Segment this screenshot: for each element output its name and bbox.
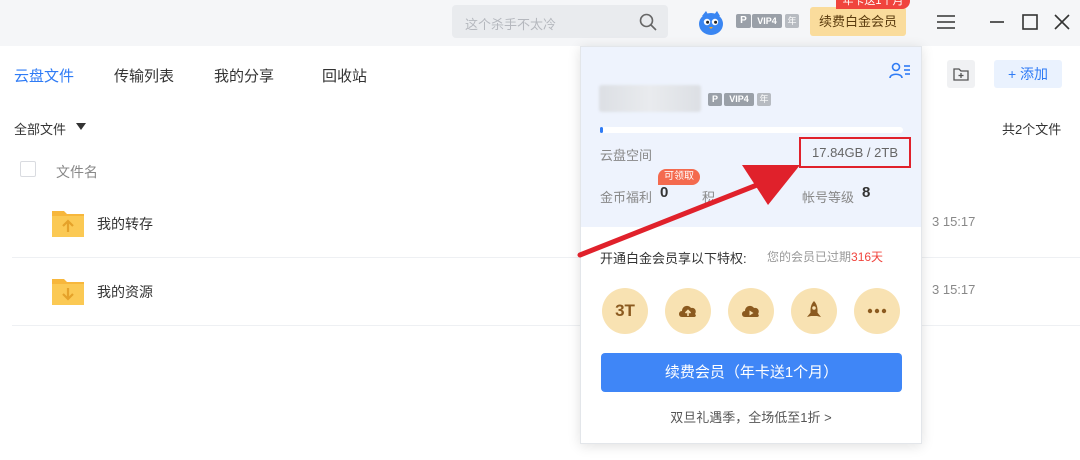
- close-icon[interactable]: [1050, 10, 1074, 34]
- maximize-icon[interactable]: [1018, 10, 1042, 34]
- perk-storage[interactable]: 3T: [602, 288, 648, 334]
- new-folder-icon: [953, 68, 969, 81]
- username-blurred: [599, 85, 701, 112]
- avatar[interactable]: [697, 8, 725, 36]
- renew-membership-button[interactable]: 续费会员（年卡送1个月）: [601, 353, 902, 392]
- file-count: 共2个文件: [1002, 122, 1062, 137]
- promo-link[interactable]: 双旦礼遇季，全场低至1折 >: [581, 407, 921, 426]
- perk-storage-label: 3T: [615, 301, 635, 320]
- file-name[interactable]: 我的转存: [97, 214, 153, 234]
- vip-p-badge: P: [736, 14, 751, 28]
- new-folder-button[interactable]: [947, 60, 975, 88]
- title-bar: 这个杀手不太冷 P VIP4 年 续费白金会员 年卡送1个月: [0, 0, 1080, 46]
- switch-account-icon[interactable]: [889, 61, 911, 81]
- vip-year-badge: 年: [785, 14, 799, 28]
- privilege-title: 开通白金会员享以下特权:: [600, 251, 747, 266]
- file-time: 3 15:17: [932, 214, 976, 229]
- rocket-icon: [807, 301, 821, 317]
- file-time: 3 15:17: [932, 282, 976, 297]
- membership-expiry: 您的会员已过期316天: [767, 248, 883, 265]
- search-icon[interactable]: [638, 12, 658, 32]
- coins-value: 0: [660, 184, 669, 201]
- account-popup: P VIP4 年 云盘空间 17.84GB / 2TB 可领取 金币福利 0 积…: [580, 46, 922, 444]
- quota-value: 17.84GB / 2TB: [799, 137, 911, 168]
- cloud-play-icon: [742, 305, 759, 317]
- add-button[interactable]: + 添加: [994, 60, 1062, 88]
- search-input[interactable]: 这个杀手不太冷: [465, 14, 556, 33]
- coins-label[interactable]: 金币福利: [600, 187, 652, 206]
- all-files-filter[interactable]: 全部文件: [14, 119, 66, 138]
- folder-icon: [52, 279, 84, 305]
- search-box[interactable]: 这个杀手不太冷: [452, 5, 668, 38]
- renew-platinum-button[interactable]: 续费白金会员: [810, 7, 906, 36]
- menu-icon[interactable]: [934, 10, 958, 34]
- folder-icon: [52, 211, 84, 237]
- tab-cloud-files[interactable]: 云盘文件: [14, 65, 74, 86]
- account-summary: P VIP4 年 云盘空间 17.84GB / 2TB 可领取 金币福利 0 积…: [581, 47, 921, 227]
- select-all-checkbox[interactable]: [20, 161, 36, 177]
- expiry-days: 316天: [851, 250, 884, 264]
- file-name[interactable]: 我的资源: [97, 282, 153, 302]
- quota-progress-fill: [600, 127, 603, 133]
- tab-my-shares[interactable]: 我的分享: [214, 65, 274, 86]
- level-value: 8: [862, 184, 871, 201]
- perk-speed[interactable]: [791, 288, 837, 334]
- vip-level-badge: VIP4: [724, 93, 754, 106]
- cloud-upload-icon: [679, 305, 696, 317]
- vip-year-badge: 年: [757, 93, 771, 106]
- claim-tag[interactable]: 可领取: [658, 169, 700, 185]
- level-label: 帐号等级: [802, 190, 855, 205]
- tab-recycle-bin[interactable]: 回收站: [322, 65, 367, 86]
- promo-tag: 年卡送1个月: [836, 0, 910, 9]
- quota-label: 云盘空间: [600, 148, 653, 163]
- chevron-down-icon[interactable]: [76, 123, 86, 130]
- more-icon: [867, 308, 887, 314]
- expiry-text: 您的会员已过期: [767, 250, 852, 264]
- vip-p-badge: P: [708, 93, 722, 106]
- perk-video[interactable]: [728, 288, 774, 334]
- quota-progress-bar: [600, 127, 903, 133]
- points-label-partial: 积: [702, 190, 716, 205]
- perk-more[interactable]: [854, 288, 900, 334]
- vip-level-badge: VIP4: [752, 14, 782, 28]
- tab-transfer-list[interactable]: 传输列表: [114, 65, 174, 86]
- perk-upload[interactable]: [665, 288, 711, 334]
- column-header-name[interactable]: 文件名: [56, 162, 98, 182]
- minimize-icon[interactable]: [985, 10, 1009, 34]
